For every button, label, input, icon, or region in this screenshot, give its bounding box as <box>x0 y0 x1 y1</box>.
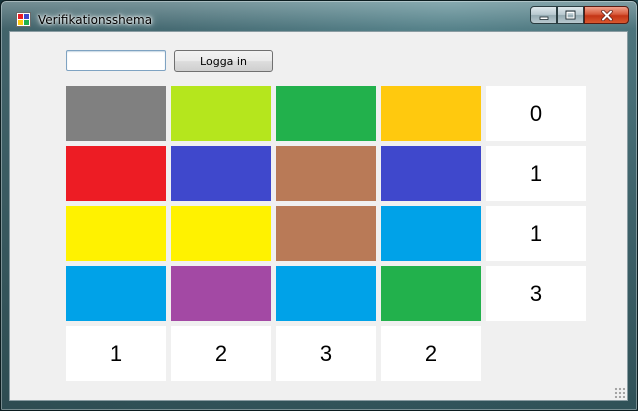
color-cell-r2-c4[interactable] <box>381 146 481 201</box>
color-cell-r4-c4[interactable] <box>381 266 481 321</box>
resize-grip[interactable] <box>614 387 625 398</box>
color-cell-r4-c3[interactable] <box>276 266 376 321</box>
color-cell-r3-c4[interactable] <box>381 206 481 261</box>
minimize-button[interactable] <box>530 6 557 24</box>
verification-grid: 0 1 1 3 1 2 3 2 <box>66 86 586 381</box>
color-cell-r4-c1[interactable] <box>66 266 166 321</box>
close-button[interactable] <box>584 6 629 24</box>
client-area: Logga in 0 1 1 3 1 2 3 2 <box>9 31 628 401</box>
login-input[interactable] <box>66 50 166 71</box>
color-cell-r3-c1[interactable] <box>66 206 166 261</box>
login-button[interactable]: Logga in <box>174 50 273 72</box>
column-number-4: 2 <box>381 326 481 381</box>
color-cell-r2-c1[interactable] <box>66 146 166 201</box>
caption-buttons <box>530 6 629 26</box>
column-number-1: 1 <box>66 326 166 381</box>
maximize-button[interactable] <box>557 6 584 24</box>
color-cell-r2-c3[interactable] <box>276 146 376 201</box>
minimize-icon <box>539 16 548 20</box>
row-number-3: 1 <box>486 206 586 261</box>
color-cell-r4-c2[interactable] <box>171 266 271 321</box>
color-cell-r1-c3[interactable] <box>276 86 376 141</box>
color-cell-r1-c2[interactable] <box>171 86 271 141</box>
color-cell-r3-c3[interactable] <box>276 206 376 261</box>
column-number-2: 2 <box>171 326 271 381</box>
window-title: Verifikationsshema <box>38 13 153 27</box>
color-cell-r1-c4[interactable] <box>381 86 481 141</box>
app-window: Verifikationsshema Logga in 0 1 1 3 1 2 … <box>0 0 638 411</box>
color-cell-r3-c2[interactable] <box>171 206 271 261</box>
row-number-1: 0 <box>486 86 586 141</box>
title-bar[interactable]: Verifikationsshema <box>1 1 637 31</box>
close-icon <box>600 9 613 21</box>
color-cell-r2-c2[interactable] <box>171 146 271 201</box>
maximize-icon <box>565 10 576 20</box>
app-icon <box>16 12 31 27</box>
column-number-3: 3 <box>276 326 376 381</box>
row-number-4: 3 <box>486 266 586 321</box>
row-number-2: 1 <box>486 146 586 201</box>
color-cell-r1-c1[interactable] <box>66 86 166 141</box>
